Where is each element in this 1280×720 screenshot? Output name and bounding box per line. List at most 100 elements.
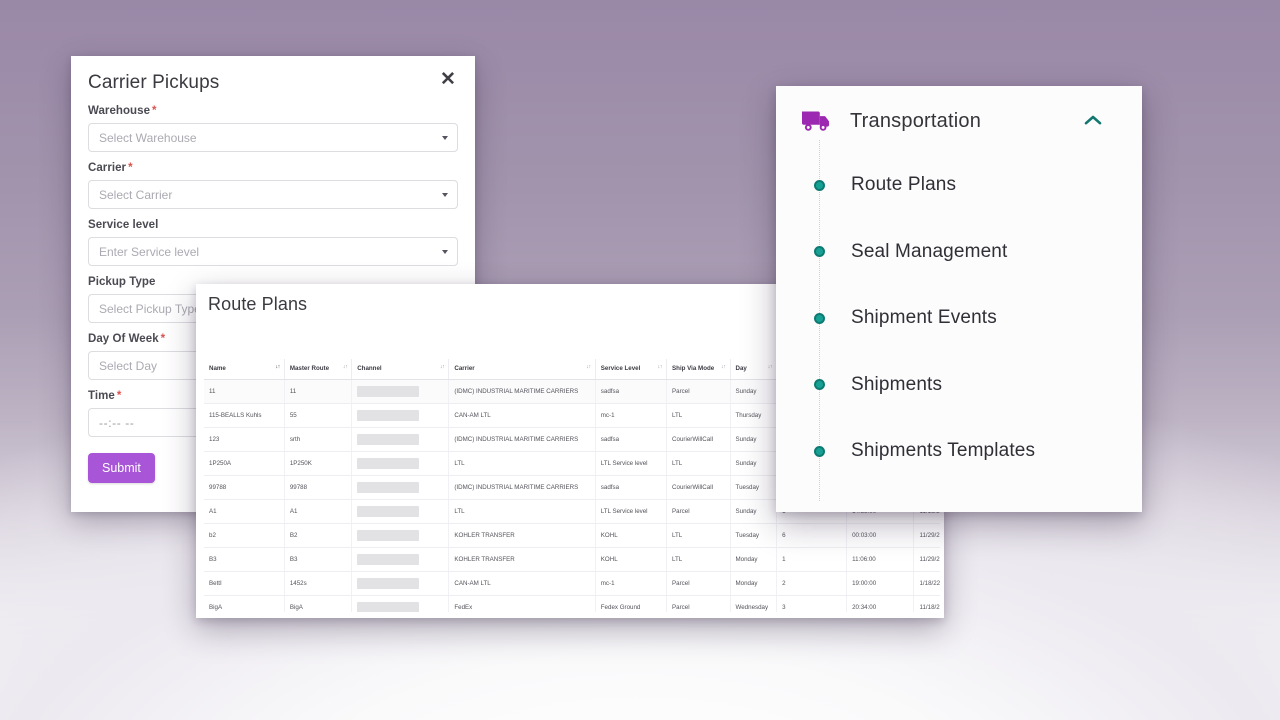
label-text: Time	[88, 390, 115, 402]
table-row[interactable]: B3 B3 KOHLER TRANSFER KOHL LTL Monday 1 11:06:0…	[204, 547, 940, 573]
sort-icon[interactable]: ↓↑	[440, 364, 445, 371]
cell-day: Tuesday	[730, 523, 778, 549]
cell-channel	[351, 379, 450, 405]
channel-placeholder-bar	[357, 386, 420, 398]
cell-channel	[351, 451, 450, 477]
submit-button[interactable]: Submit	[88, 453, 155, 483]
cell-carrier: KOHLER TRANSFER	[448, 523, 596, 549]
header-label: Service Level	[600, 365, 641, 372]
col-header-name[interactable]: Name ↓↑	[204, 359, 285, 381]
cell-master-route: 1452s	[284, 571, 353, 597]
warehouse-select[interactable]: Select Warehouse	[88, 123, 458, 152]
cell-name: 1P250A	[204, 451, 285, 477]
field-carrier: Carrier * Select Carrier	[88, 162, 458, 209]
cell-carrier: CAN-AM LTL	[448, 571, 596, 597]
channel-placeholder-bar	[357, 530, 420, 542]
table-row[interactable]: BettI 1452s CAN-AM LTL mc-1 Parcel Monday 2 19:…	[204, 571, 940, 597]
placeholder-text: Select Warehouse	[99, 130, 197, 145]
cell-updated-date: 11/29/21 08:05:27	[913, 547, 940, 573]
cell-carrier: CAN-AM LTL	[448, 403, 596, 429]
cell-name: BettI	[204, 571, 285, 597]
sort-icon[interactable]: ↓↑	[343, 364, 348, 371]
cell-ship-via-mode: LTL	[666, 547, 731, 573]
menu-item-route-plans[interactable]: Route Plans	[800, 152, 1142, 219]
cell-number-of-stops: 2	[776, 571, 848, 597]
cell-number-of-stops: 1	[776, 547, 848, 573]
cell-master-route: B3	[284, 547, 353, 573]
chevron-up-icon[interactable]	[1084, 113, 1102, 125]
chevron-down-icon	[442, 135, 448, 140]
carrier-select[interactable]: Select Carrier	[88, 180, 458, 209]
cell-carrier: KOHLER TRANSFER	[448, 547, 596, 573]
close-icon[interactable]: ✕	[437, 69, 459, 91]
menu-item-label: Shipments Templates	[851, 440, 1036, 462]
menu-item-label: Shipments	[851, 373, 943, 395]
cell-channel	[351, 571, 450, 597]
cell-pickup-time: 00:03:00	[846, 523, 915, 549]
transportation-menu: Route Plans Seal Management Shipment Eve…	[776, 140, 1142, 501]
cell-service-level: KOHL	[595, 523, 668, 549]
sort-icon[interactable]: ↓↑	[658, 364, 663, 371]
chevron-down-icon	[442, 192, 448, 197]
cell-carrier: (IDMC) INDUSTRIAL MARITIME CARRIERS	[448, 427, 596, 453]
cell-day: Sunday	[730, 499, 778, 525]
sort-icon[interactable]: ↓↑	[768, 364, 773, 371]
bullet-icon	[814, 312, 825, 324]
screen-background: Carrier Pickups ✕ Warehouse * Select Ware…	[0, 0, 1280, 720]
service-level-select[interactable]: Enter Service level	[88, 237, 458, 266]
cell-day: Monday	[730, 571, 778, 597]
cell-day: Tuesday	[730, 475, 778, 501]
col-header-channel[interactable]: Channel ↓↑	[351, 359, 450, 381]
menu-item-shipments-templates[interactable]: Shipments Templates	[800, 418, 1142, 485]
col-header-carrier[interactable]: Carrier ↓↑	[448, 359, 596, 381]
cell-master-route: 1P250K	[284, 451, 353, 477]
col-header-ship-via-mode[interactable]: Ship Via Mode ↓↑	[666, 359, 731, 381]
cell-name: b2	[204, 523, 285, 549]
cell-service-level: LTL Service level	[595, 499, 668, 525]
bullet-icon	[814, 445, 825, 457]
header-label: Master Route	[289, 365, 330, 372]
cell-day: Thursday	[730, 403, 778, 429]
col-header-master-route[interactable]: Master Route ↓↑	[284, 359, 353, 381]
cell-carrier: (IDMC) INDUSTRIAL MARITIME CARRIERS	[448, 475, 596, 501]
menu-item-seal-management[interactable]: Seal Management	[800, 219, 1142, 286]
col-header-service-level[interactable]: Service Level ↓↑	[595, 359, 668, 381]
label-text: Pickup Type	[88, 276, 156, 288]
transportation-header[interactable]: Transportation	[776, 86, 1142, 134]
cell-day: Sunday	[730, 451, 778, 477]
cell-service-level: Fedex Ground	[595, 595, 668, 612]
cell-carrier: FedEx	[448, 595, 596, 612]
col-header-day[interactable]: Day ↓↑	[730, 359, 778, 381]
cell-updated-date: 1/18/22 14:24:55	[913, 571, 940, 597]
menu-item-shipments[interactable]: Shipments	[800, 352, 1142, 419]
cell-master-route: B2	[284, 523, 353, 549]
cell-channel	[351, 403, 450, 429]
sort-icon[interactable]: ↓↑	[721, 364, 726, 371]
cell-ship-via-mode: LTL	[666, 523, 731, 549]
required-marker: *	[128, 162, 133, 174]
cell-ship-via-mode: LTL	[666, 403, 731, 429]
bullet-icon	[814, 379, 825, 391]
field-service-level: Service level Enter Service level	[88, 219, 458, 266]
cell-master-route: 55	[284, 403, 353, 429]
cell-ship-via-mode: Parcel	[666, 499, 731, 525]
cell-service-level: sadfsa	[595, 475, 668, 501]
sort-icon[interactable]: ↓↑	[275, 364, 280, 371]
table-row[interactable]: b2 B2 KOHLER TRANSFER KOHL LTL Tuesday 6 00:03:…	[204, 523, 940, 549]
cell-master-route: BigA	[284, 595, 353, 612]
sort-icon[interactable]: ↓↑	[586, 364, 591, 371]
menu-item-shipment-events[interactable]: Shipment Events	[800, 285, 1142, 352]
channel-placeholder-bar	[357, 506, 420, 518]
cell-day: Monday	[730, 547, 778, 573]
bullet-icon	[814, 179, 825, 191]
cell-master-route: A1	[284, 499, 353, 525]
channel-placeholder-bar	[357, 410, 420, 422]
cell-ship-via-mode: Parcel	[666, 379, 731, 405]
placeholder-text: Select Pickup Type	[99, 301, 201, 316]
cell-day: Sunday	[730, 379, 778, 405]
bullet-icon	[814, 246, 825, 258]
label-text: Service level	[88, 219, 159, 231]
cell-service-level: sadfsa	[595, 379, 668, 405]
cell-name: 99788	[204, 475, 285, 501]
table-row[interactable]: BigA BigA FedEx Fedex Ground Parcel Wednesday…	[204, 595, 940, 612]
